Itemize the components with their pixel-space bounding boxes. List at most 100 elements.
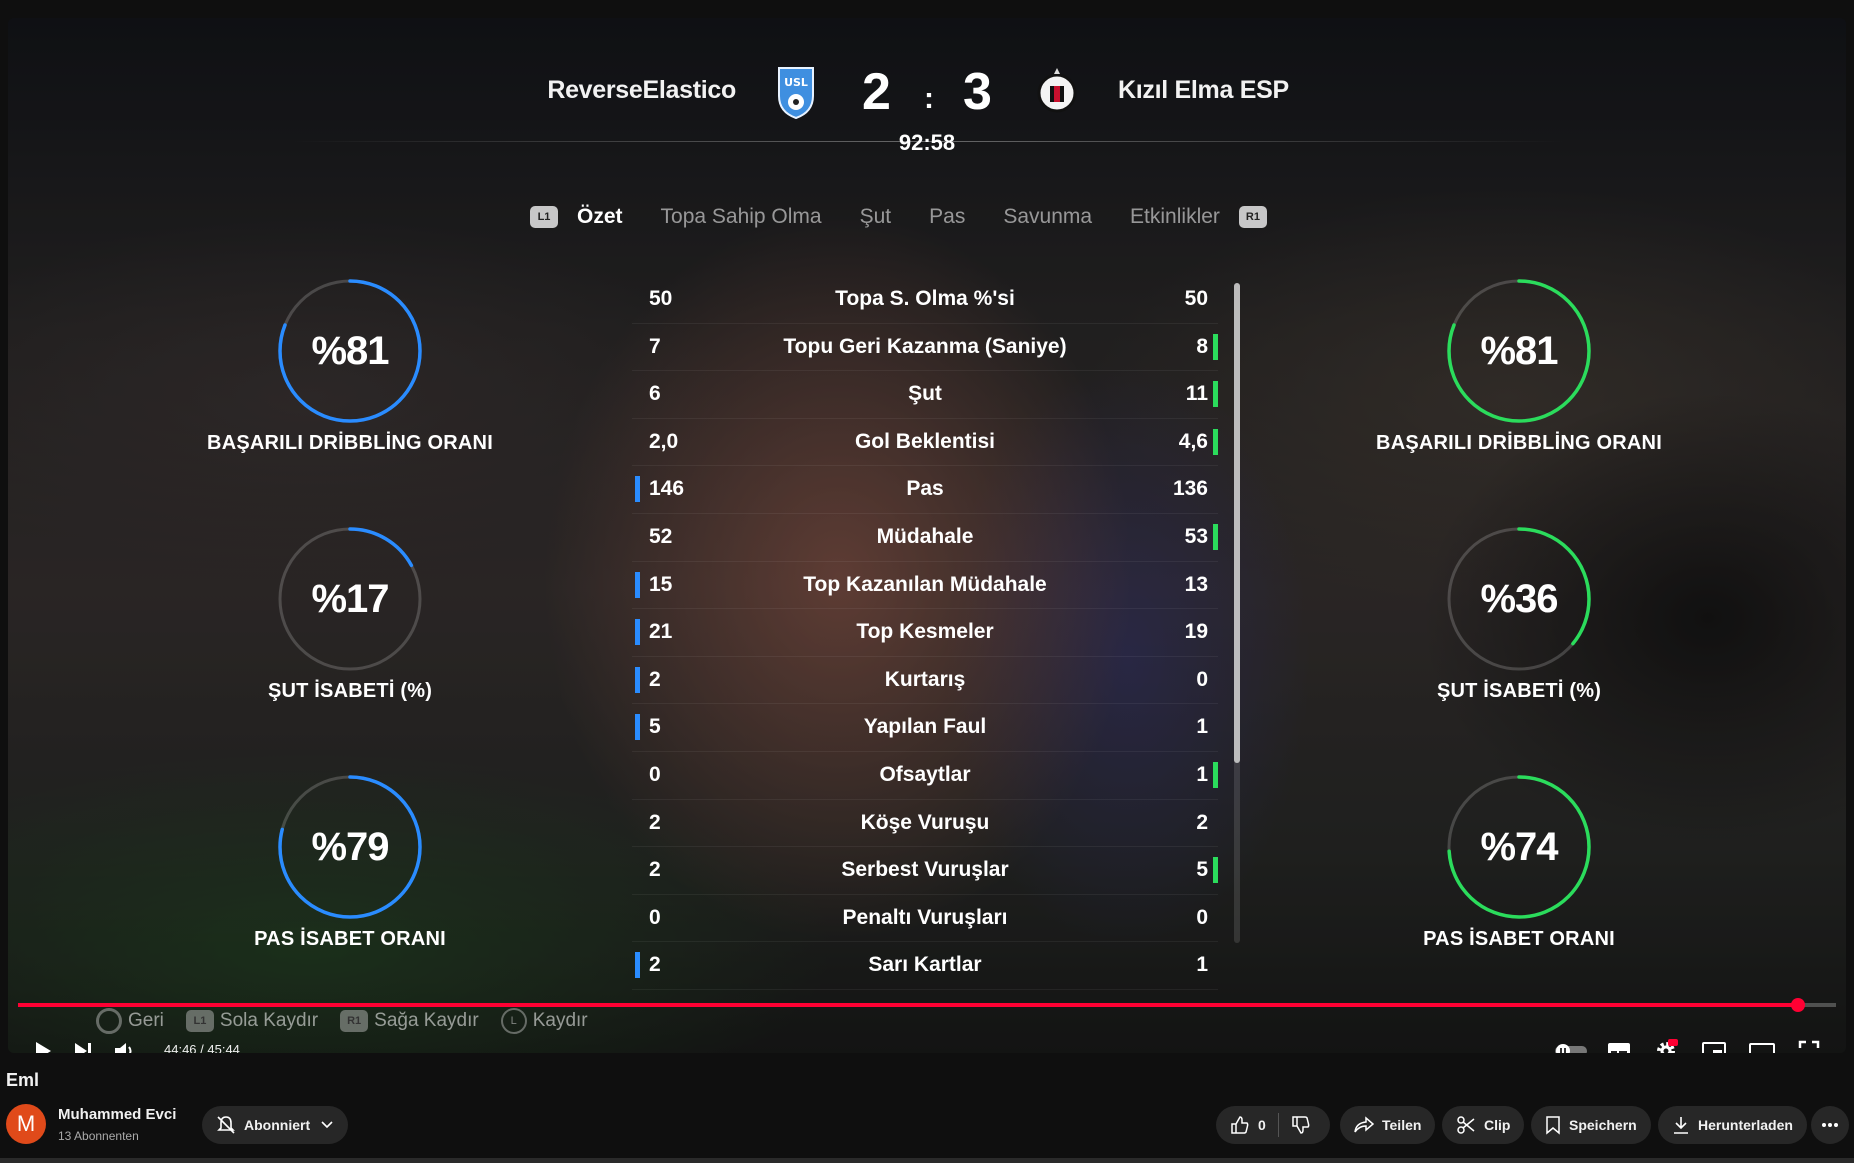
gauge-value: %17 [311, 577, 389, 621]
player-control-bar: 44:46 / 45:44 [8, 1034, 1846, 1053]
subscribed-button[interactable]: Abonniert [202, 1106, 349, 1144]
stats-table: 50 Topa S. Olma %'si 50 7 Topu Geri Kazanma … [632, 276, 1218, 990]
stat-away-value: 4,6 [1178, 429, 1208, 453]
save-button[interactable]: Speichern [1531, 1106, 1651, 1144]
stat-label: Top Kesmeler [856, 620, 994, 644]
stat-label: Penaltı Vuruşları [842, 905, 1008, 929]
svg-text:USL: USL [784, 76, 808, 89]
hint-back-label: Geri [128, 1010, 164, 1031]
download-label: Herunterladen [1698, 1117, 1793, 1133]
stat-label: Ofsaytlar [879, 762, 971, 786]
hint-scroll-left-label: Sola Kaydır [219, 1010, 319, 1031]
stat-label: Topu Geri Kazanma (Saniye) [783, 334, 1067, 358]
home-gauge-1: %81 BAŞARILI DRİBBLİNG ORANI [200, 276, 500, 455]
stat-away-value: 13 [1184, 572, 1208, 596]
gear-icon [1657, 1039, 1678, 1053]
seek-bar-handle[interactable] [1790, 998, 1805, 1012]
stat-row: 2 Kurtarış 0 [632, 657, 1218, 705]
home-score: 2 [862, 63, 891, 121]
stat-away-value: 50 [1184, 287, 1208, 310]
stat-row: 52 Müdahale 53 [632, 514, 1218, 562]
hint-scroll: L Kaydır [500, 1008, 588, 1034]
volume-button[interactable] [108, 1034, 142, 1053]
stat-away-value: 1 [1196, 715, 1208, 739]
subtitles-button[interactable] [1602, 1034, 1636, 1053]
left-stick-icon: L [500, 1008, 527, 1034]
stat-away-value: 1 [1196, 762, 1208, 786]
stat-row: 146 Pas 136 [632, 466, 1218, 514]
gauge-label: BAŞARILI DRİBBLİNG ORANI [1376, 432, 1662, 454]
stat-label: Topa S. Olma %'si [835, 287, 1015, 310]
next-button[interactable] [66, 1034, 100, 1053]
video-title: Eml [6, 1070, 40, 1090]
theater-mode-button[interactable] [1745, 1034, 1779, 1053]
stat-row: 0 Ofsaytlar 1 [632, 752, 1218, 800]
stat-row: 15 Top Kazanılan Müdahale 13 [632, 562, 1218, 610]
like-dislike-group: 0 [1216, 1106, 1330, 1144]
stats-scrollbar[interactable] [1234, 283, 1240, 763]
stat-row: 7 Topu Geri Kazanma (Saniye) 8 [632, 324, 1218, 372]
autoplay-toggle-icon [1555, 1044, 1587, 1053]
seek-bar[interactable] [18, 998, 1836, 1012]
l1-button-hint[interactable]: L1 [530, 206, 558, 228]
tab-etkinlikler[interactable]: Etkinlikler [1130, 205, 1220, 229]
hint-back: Geri [96, 1008, 164, 1034]
seek-bar-played [18, 1003, 1798, 1007]
tab-pas[interactable]: Pas [929, 205, 965, 229]
volume-icon [115, 1043, 132, 1053]
autoplay-toggle[interactable] [1554, 1034, 1588, 1053]
r1-button-hint[interactable]: R1 [1238, 206, 1267, 228]
skip-next-icon [75, 1043, 91, 1053]
gauge-value: %36 [1480, 577, 1558, 621]
stat-row: 2,0 Gol Beklentisi 4,6 [632, 419, 1218, 467]
play-icon [36, 1042, 51, 1053]
subtitles-icon [1608, 1043, 1630, 1053]
share-button[interactable]: Teilen [1340, 1106, 1436, 1144]
stat-away-value: 53 [1184, 524, 1208, 548]
like-count[interactable]: 0 [1258, 1117, 1266, 1133]
hint-scroll-right-label: Sağa Kaydır [374, 1010, 479, 1031]
download-button[interactable]: Herunterladen [1658, 1106, 1807, 1144]
tab-sut[interactable]: Şut [860, 205, 892, 229]
clip-button[interactable]: Clip [1442, 1106, 1525, 1144]
stat-row: 2 Köşe Vuruşu 2 [632, 800, 1218, 848]
play-button[interactable] [26, 1034, 60, 1053]
settings-button[interactable] [1649, 1034, 1683, 1053]
thumbs-down-icon[interactable] [1291, 1115, 1311, 1135]
tab-topa-sahip-olma[interactable]: Topa Sahip Olma [661, 205, 822, 229]
share-label: Teilen [1382, 1117, 1422, 1133]
gauge-value: %81 [311, 329, 389, 373]
gauge-value: %79 [311, 825, 389, 869]
score-separator: : [924, 82, 934, 115]
home-team-name: ReverseElastico [547, 76, 736, 104]
hint-scroll-label: Kaydır [532, 1010, 588, 1031]
stats-tab-bar: L1 Özet Topa Sahip Olma Şut Pas Savunma … [530, 197, 1267, 237]
miniplayer-button[interactable] [1697, 1034, 1731, 1053]
like-divider [1277, 1113, 1279, 1137]
stat-row: 2 Serbest Vuruşlar 5 [632, 847, 1218, 895]
tab-savunma[interactable]: Savunma [1003, 205, 1092, 229]
stat-away-value: 1 [1196, 953, 1208, 977]
time-display: 44:46 / 45:44 [164, 1042, 240, 1053]
channel-name[interactable]: Muhammed Evci [58, 1106, 176, 1123]
tab-ozet[interactable]: Özet [577, 205, 623, 229]
download-icon [1674, 1117, 1688, 1134]
stat-row: 21 Top Kesmeler 19 [632, 609, 1218, 657]
home-gauge-3: %79 PAS İSABET ORANI [200, 772, 500, 951]
stat-row: 0 Penaltı Vuruşları 0 [632, 895, 1218, 943]
match-clock: 92:58 [898, 130, 956, 155]
channel-avatar[interactable]: M [6, 1104, 46, 1144]
fullscreen-button[interactable] [1792, 1034, 1826, 1053]
stat-away-value: 19 [1184, 620, 1208, 644]
stat-away-value: 0 [1196, 667, 1208, 691]
gauge-value: %81 [1480, 329, 1558, 373]
more-actions-button[interactable] [1811, 1106, 1849, 1144]
stat-label: Pas [906, 477, 944, 501]
stat-label: Top Kazanılan Müdahale [803, 572, 1047, 596]
away-score: 3 [963, 63, 992, 121]
thumbs-up-icon[interactable] [1230, 1115, 1250, 1135]
stat-row: 50 Topa S. Olma %'si 50 [632, 276, 1218, 324]
bell-icon [217, 1116, 235, 1134]
video-player[interactable]: ReverseElastico USL 2 : 3 Kızıl Elma ESP… [8, 18, 1846, 1053]
away-gauge-1: %81 BAŞARILI DRİBBLİNG ORANI [1369, 276, 1669, 455]
